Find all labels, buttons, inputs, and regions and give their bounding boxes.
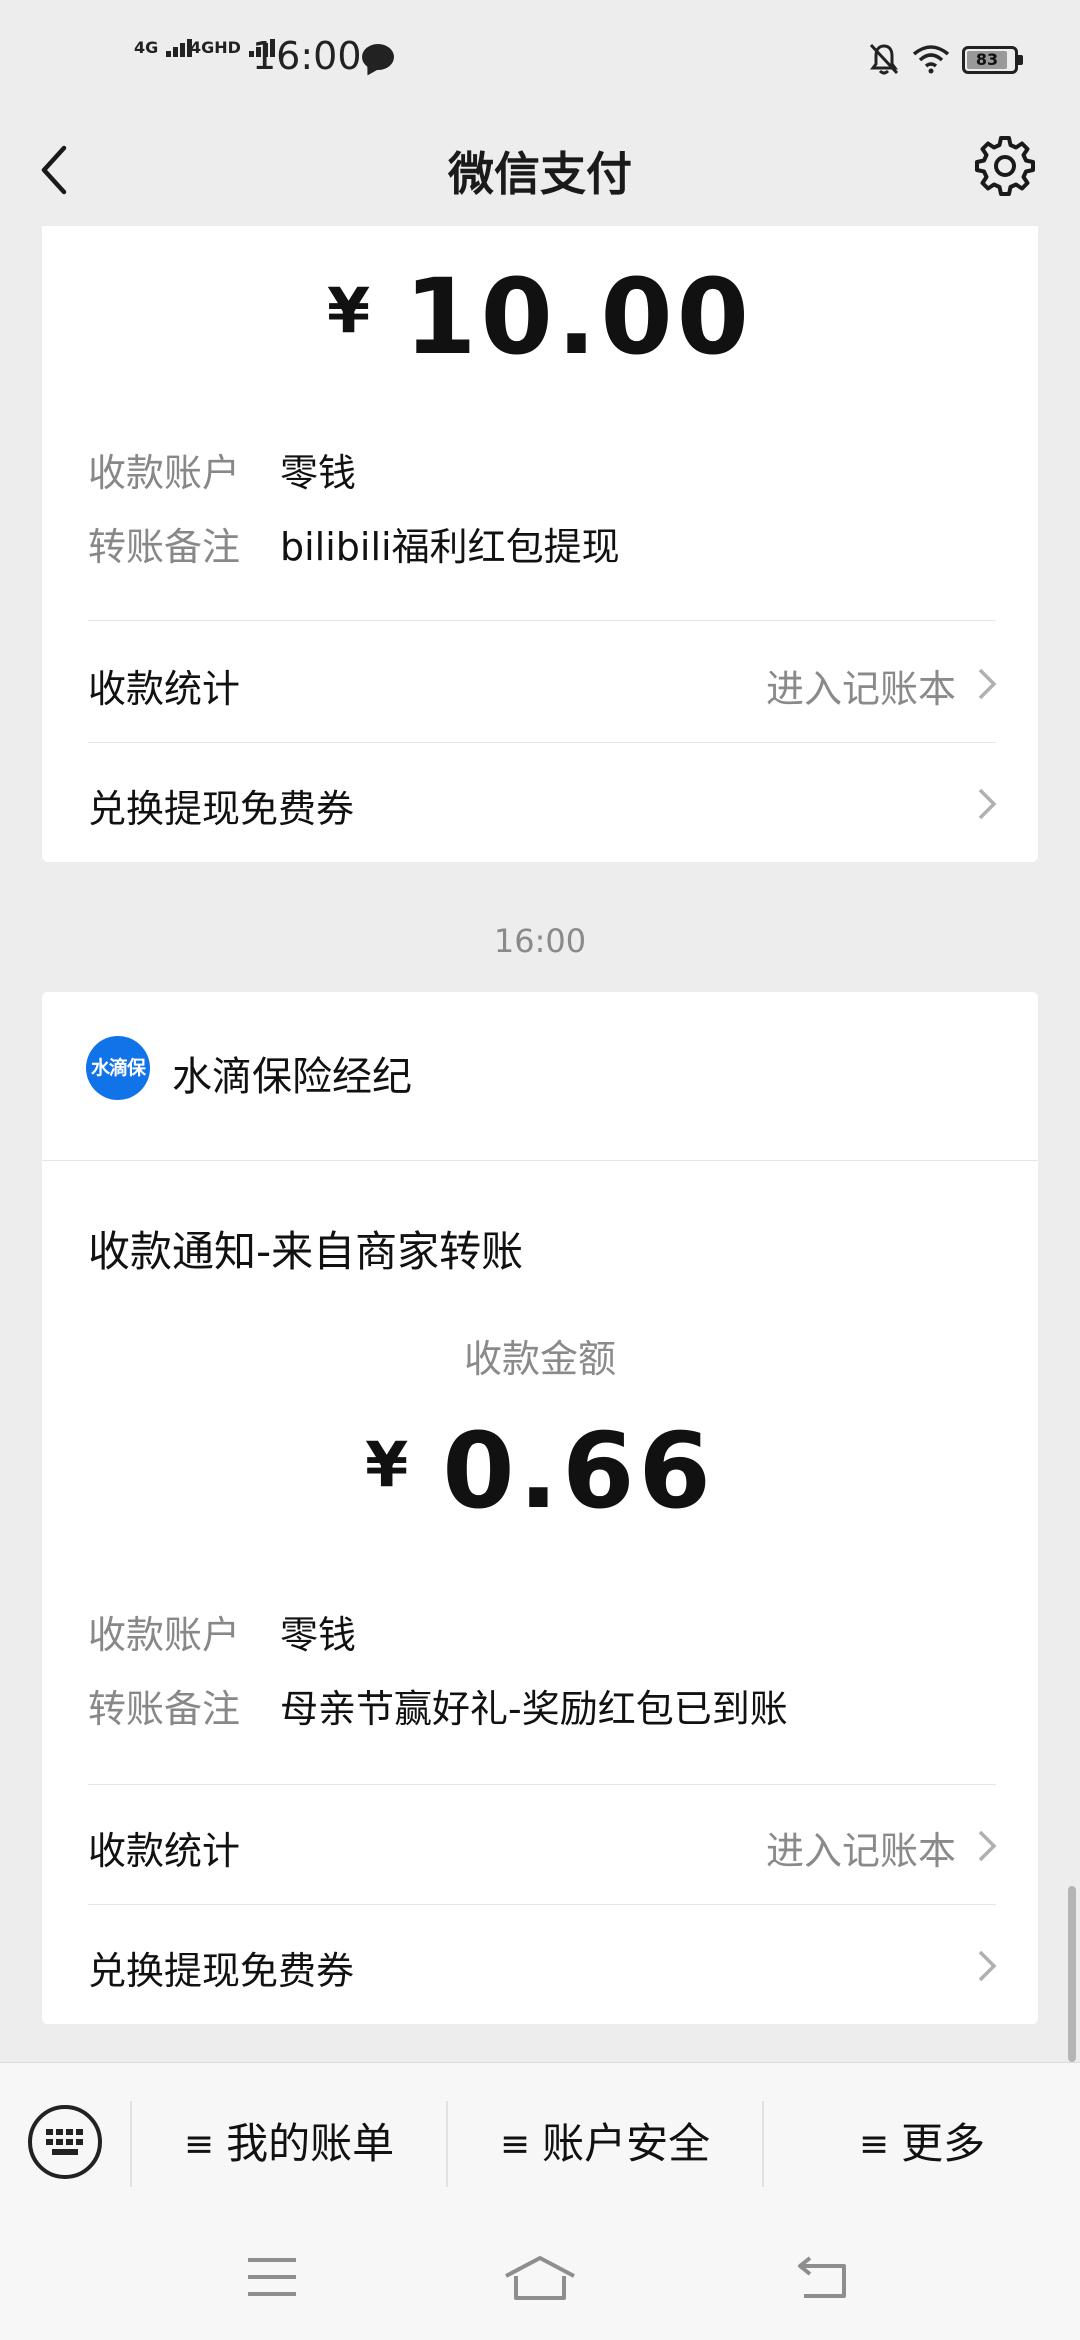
menu-item-label: 我的账单 bbox=[226, 2119, 395, 2168]
system-back-icon[interactable] bbox=[796, 2254, 852, 2300]
status-time: 16:00 bbox=[252, 34, 362, 78]
remark-label: 转账备注 bbox=[88, 525, 241, 569]
menu-lines-icon: ≡ bbox=[499, 2124, 531, 2165]
chat-notification-icon bbox=[362, 44, 394, 70]
bell-muted-icon bbox=[869, 43, 899, 75]
merchant-name[interactable]: 水滴保险经纪 bbox=[172, 1044, 412, 1102]
signal-indicator-1: 4G bbox=[134, 38, 194, 57]
currency-symbol: ¥ bbox=[326, 274, 371, 347]
stats-row[interactable]: 收款统计 进入记账本 bbox=[42, 1784, 1038, 1904]
transfer-card-1: ¥10.00 收款账户 零钱 转账备注 bilibili福利红包提现 收款统计 进入… bbox=[42, 226, 1038, 862]
chevron-right-icon bbox=[978, 1950, 997, 1982]
chevron-right-icon bbox=[978, 1830, 997, 1862]
scrollbar[interactable] bbox=[1068, 1886, 1076, 2062]
nav-bar: 微信支付 bbox=[0, 120, 1080, 224]
notice-title: 收款通知-来自商家转账 bbox=[88, 1227, 524, 1276]
remark-row: 转账备注 bilibili福利红包提现 bbox=[88, 516, 620, 571]
amount-value: 10.00 bbox=[404, 256, 754, 378]
menu-more[interactable]: ≡ 更多 bbox=[764, 2063, 1080, 2225]
currency-symbol: ¥ bbox=[365, 1428, 409, 1501]
remark-value: 母亲节赢好礼-奖励红包已到账 bbox=[280, 1687, 788, 1731]
coupon-row[interactable]: 兑换提现免费券 bbox=[42, 1904, 1038, 2024]
account-value: 零钱 bbox=[280, 451, 357, 495]
menu-account-security[interactable]: ≡ 账户安全 bbox=[448, 2063, 762, 2225]
account-row: 收款账户 零钱 bbox=[88, 1604, 356, 1659]
merchant-logo[interactable]: 水滴保 bbox=[86, 1036, 150, 1100]
stats-label: 收款统计 bbox=[88, 1829, 241, 1873]
menu-my-bills[interactable]: ≡ 我的账单 bbox=[132, 2063, 446, 2225]
transfer-card-2: 水滴保 水滴保险经纪 收款通知-来自商家转账 收款金额 ¥0.66 收款账户 零钱… bbox=[42, 992, 1038, 2024]
recent-apps-icon[interactable] bbox=[244, 2254, 300, 2300]
system-nav-bar bbox=[0, 2224, 1080, 2340]
account-value: 零钱 bbox=[280, 1613, 357, 1657]
page-title: 微信支付 bbox=[448, 147, 632, 201]
coupon-label: 兑换提现免费券 bbox=[88, 1949, 355, 1993]
menu-lines-icon: ≡ bbox=[858, 2124, 890, 2165]
bottom-menu: ≡ 我的账单 ≡ 账户安全 ≡ 更多 bbox=[0, 2062, 1080, 2224]
divider bbox=[42, 1160, 1038, 1161]
message-time: 16:00 bbox=[493, 922, 587, 960]
stats-label: 收款统计 bbox=[88, 667, 241, 711]
menu-item-label: 更多 bbox=[901, 2119, 986, 2168]
signal2-text: 4GHD bbox=[190, 38, 241, 57]
account-row: 收款账户 零钱 bbox=[88, 442, 356, 497]
amount-value: 0.66 bbox=[442, 1410, 715, 1532]
menu-item-label: 账户安全 bbox=[542, 2119, 711, 2168]
stats-hint: 进入记账本 bbox=[765, 667, 956, 711]
chevron-right-icon bbox=[978, 788, 997, 820]
stats-hint: 进入记账本 bbox=[765, 1829, 956, 1873]
account-label: 收款账户 bbox=[88, 451, 241, 495]
amount-display: ¥0.66 bbox=[42, 1410, 1038, 1532]
status-bar: 4G 4GHD 16:00 83 bbox=[0, 0, 1080, 120]
remark-label: 转账备注 bbox=[88, 1687, 241, 1731]
battery-icon: 83 bbox=[962, 46, 1023, 74]
amount-display: ¥10.00 bbox=[42, 256, 1038, 378]
coupon-row[interactable]: 兑换提现免费券 bbox=[42, 742, 1038, 862]
coupon-label: 兑换提现免费券 bbox=[88, 787, 355, 831]
remark-row: 转账备注 母亲节赢好礼-奖励红包已到账 bbox=[88, 1678, 788, 1733]
wifi-icon bbox=[912, 45, 950, 74]
battery-level: 83 bbox=[975, 50, 999, 69]
keyboard-icon[interactable] bbox=[28, 2105, 102, 2179]
account-label: 收款账户 bbox=[88, 1613, 241, 1657]
divider bbox=[88, 620, 996, 621]
chevron-right-icon bbox=[978, 668, 997, 700]
remark-value: bilibili福利红包提现 bbox=[280, 525, 620, 569]
stats-row[interactable]: 收款统计 进入记账本 bbox=[42, 622, 1038, 742]
amount-label: 收款金额 bbox=[463, 1337, 616, 1381]
signal1-text: 4G bbox=[134, 38, 159, 57]
home-icon[interactable] bbox=[502, 2254, 578, 2304]
gear-icon[interactable] bbox=[974, 134, 1036, 196]
menu-lines-icon: ≡ bbox=[183, 2124, 215, 2165]
